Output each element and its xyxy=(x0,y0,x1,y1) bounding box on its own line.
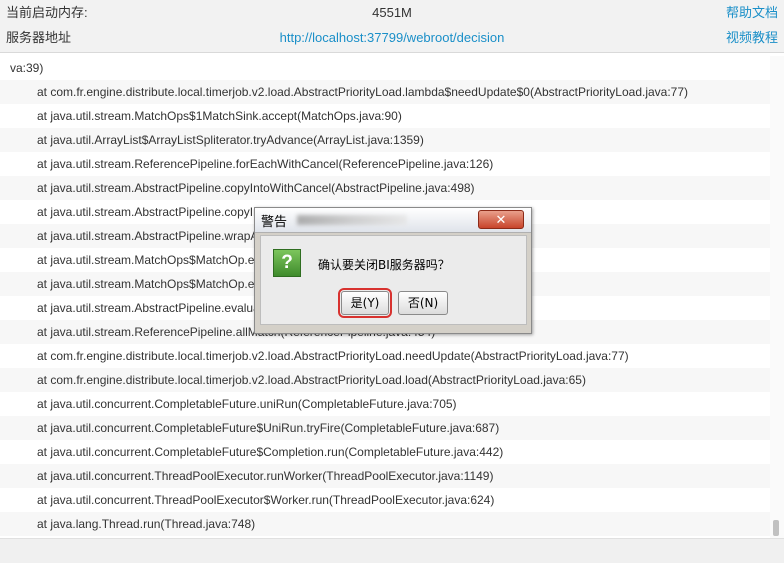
memory-value: 4551M xyxy=(372,5,412,20)
log-line: at java.util.stream.MatchOps$1MatchSink.… xyxy=(37,109,402,123)
scrollbar-thumb[interactable] xyxy=(773,520,779,536)
question-icon: ? xyxy=(273,249,301,277)
log-line: at com.fr.engine.distribute.local.timerj… xyxy=(0,80,770,104)
log-line: at java.util.concurrent.ThreadPoolExecut… xyxy=(37,493,495,507)
log-line: at java.util.concurrent.CompletableFutur… xyxy=(37,397,457,411)
log-line: at java.util.stream.ReferencePipeline.fo… xyxy=(37,157,494,171)
log-line: va:39) xyxy=(10,61,44,75)
server-row: 服务器地址 http://localhost:37799/webroot/dec… xyxy=(0,26,784,50)
yes-button[interactable]: 是(Y) xyxy=(338,288,392,318)
footer-bar xyxy=(0,538,784,563)
log-line: at java.util.concurrent.CompletableFutur… xyxy=(0,416,770,440)
header-bar: 当前启动内存: 4551M 帮助文档 服务器地址 http://localhos… xyxy=(0,0,784,53)
log-line: at com.fr.engine.distribute.local.timerj… xyxy=(37,349,629,363)
log-line: at java.util.concurrent.CompletableFutur… xyxy=(37,445,504,459)
no-button[interactable]: 否(N) xyxy=(398,291,448,315)
log-line: at java.util.ArrayList$ArrayListSplitera… xyxy=(0,128,770,152)
log-scrollbar[interactable] xyxy=(770,56,784,538)
log-line: at com.fr.engine.distribute.local.timerj… xyxy=(0,368,770,392)
log-line: at java.util.concurrent.ThreadPoolExecut… xyxy=(0,464,770,488)
help-docs-link[interactable]: 帮助文档 xyxy=(726,1,778,25)
dialog-titlebar[interactable]: 警告 ✕ xyxy=(255,208,531,233)
close-icon[interactable]: ✕ xyxy=(478,210,524,229)
dialog-title: 警告 xyxy=(261,215,288,230)
warning-dialog: 警告 ✕ ? 确认要关闭BI服务器吗？ 是(Y) 否(N) xyxy=(254,207,532,334)
dialog-body: ? 确认要关闭BI服务器吗？ 是(Y) 否(N) xyxy=(260,235,527,325)
dialog-message: 确认要关闭BI服务器吗？ xyxy=(318,258,450,272)
log-line: at java.lang.Thread.run(Thread.java:748) xyxy=(0,512,770,536)
video-tutorial-link[interactable]: 视频教程 xyxy=(726,26,778,50)
blurred-title-area xyxy=(297,215,407,225)
server-url-link[interactable]: http://localhost:37799/webroot/decision xyxy=(0,26,784,50)
log-line: at java.util.stream.AbstractPipeline.cop… xyxy=(0,176,770,200)
memory-row: 当前启动内存: 4551M 帮助文档 xyxy=(0,1,784,25)
